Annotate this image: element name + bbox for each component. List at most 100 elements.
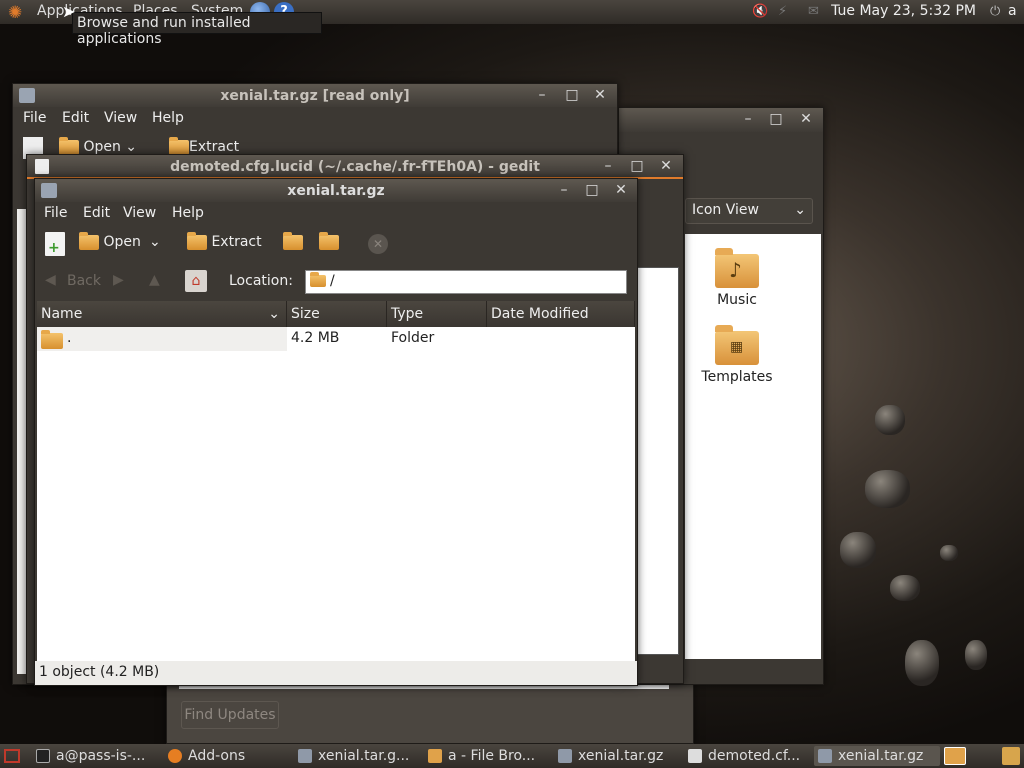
clock[interactable]: Tue May 23, 5:32 PM (831, 3, 976, 19)
open-button[interactable]: Open ⌄ (59, 136, 137, 155)
gedit-titlebar[interactable]: demoted.cfg.lucid (~/.cache/.fr-fTEh0A) … (27, 155, 683, 179)
mail-icon[interactable]: ✉ (808, 4, 819, 19)
forward-arrow-icon[interactable]: ▶ (113, 272, 124, 288)
archive-app-icon (19, 88, 35, 103)
minimize-icon[interactable]: – (599, 157, 617, 175)
back-button[interactable]: Back (67, 273, 101, 289)
archive-titlebar[interactable]: xenial.tar.gz (35, 179, 637, 203)
menu-edit[interactable]: Edit (83, 205, 110, 221)
folder-item-templates[interactable]: ▦ Templates (687, 325, 787, 385)
column-header-type[interactable]: Type (387, 301, 487, 327)
add-files-icon[interactable] (283, 231, 303, 250)
volume-muted-icon[interactable]: 🔇 (752, 4, 768, 19)
network-icon[interactable]: ⚡ (778, 4, 787, 19)
minimize-icon[interactable]: – (555, 181, 573, 199)
wallpaper-rock (965, 640, 987, 670)
archive-icon (558, 749, 572, 763)
bottom-panel: a@pass-is-... Add-ons xenial.tar.g... a … (0, 744, 1024, 768)
back-arrow-icon[interactable]: ◀ (45, 272, 56, 288)
toolbar: + Open ⌄ Extract ✕ (35, 226, 637, 264)
stop-icon[interactable]: ✕ (368, 234, 388, 254)
folder-label: Music (717, 292, 757, 308)
archive-app-icon (41, 183, 57, 198)
window-title: demoted.cfg.lucid (~/.cache/.fr-fTEh0A) … (170, 159, 540, 175)
window-title: xenial.tar.gz [read only] (220, 88, 410, 104)
gedit-icon (688, 749, 702, 763)
menu-view[interactable]: View (104, 110, 137, 126)
close-icon[interactable]: ✕ (797, 110, 815, 128)
up-arrow-icon[interactable]: ▲ (149, 272, 160, 288)
sort-chevron-icon: ⌄ (268, 306, 280, 322)
column-header-name[interactable]: Name ⌄ (37, 301, 287, 327)
workspace-switcher[interactable] (944, 747, 966, 765)
home-icon[interactable]: ⌂ (185, 270, 207, 292)
status-text: 1 object (4.2 MB) (39, 664, 160, 680)
close-icon[interactable]: ✕ (591, 86, 609, 104)
location-field[interactable]: / (305, 270, 627, 294)
table-row[interactable]: . 4.2 MB Folder (37, 327, 635, 351)
taskbar-item-archive-2[interactable]: xenial.tar.gz (558, 746, 680, 766)
minimize-icon[interactable]: – (533, 86, 551, 104)
firefox-icon (168, 749, 182, 763)
maximize-icon[interactable]: □ (563, 86, 581, 104)
archive-icon (818, 749, 832, 763)
menu-help[interactable]: Help (152, 110, 184, 126)
folder-icon (79, 231, 99, 250)
taskbar-item-archive-1[interactable]: xenial.tar.g... (298, 746, 418, 766)
extract-button[interactable]: Extract (169, 136, 239, 155)
column-header-size[interactable]: Size (287, 301, 387, 327)
folder-icon (41, 330, 63, 349)
chevron-down-icon: ⌄ (794, 202, 806, 218)
ubuntu-logo-icon[interactable]: ✺ (8, 3, 28, 23)
new-archive-icon[interactable]: + (45, 232, 65, 256)
menu-view[interactable]: View (123, 205, 156, 221)
maximize-icon[interactable]: □ (628, 157, 646, 175)
add-folder-icon[interactable] (319, 231, 339, 250)
taskbar-item-terminal[interactable]: a@pass-is-... (36, 746, 158, 766)
row-type: Folder (391, 330, 435, 346)
gedit-text-area[interactable] (635, 267, 679, 655)
terminal-icon (36, 749, 50, 763)
close-icon[interactable]: ✕ (657, 157, 675, 175)
find-updates-button[interactable]: Find Updates (181, 701, 279, 729)
taskbar-item-archive-3[interactable]: xenial.tar.gz (814, 746, 940, 766)
archive-window: xenial.tar.gz – □ ✕ File Edit View Help … (34, 178, 638, 686)
extract-button[interactable]: Extract (187, 231, 262, 250)
mouse-cursor-icon: ➤ (62, 2, 76, 21)
extract-icon (187, 231, 207, 250)
menu-edit[interactable]: Edit (62, 110, 89, 126)
menu-file[interactable]: File (44, 205, 67, 221)
file-browser-titlebar (619, 108, 823, 132)
location-bar: ◀ Back ▶ ▲ ⌂ Location: / (35, 264, 637, 300)
folder-item-music[interactable]: ♪ Music (697, 248, 777, 308)
folder-music-icon: ♪ (715, 248, 759, 288)
wallpaper-rock (840, 532, 876, 568)
file-list: Name ⌄ Size Type Date Modified . 4.2 MB … (37, 301, 635, 661)
close-icon[interactable]: ✕ (612, 181, 630, 199)
folder-icon (59, 136, 79, 155)
maximize-icon[interactable]: □ (767, 110, 785, 128)
menu-file[interactable]: File (23, 110, 46, 126)
taskbar-item-gedit[interactable]: demoted.cf... (688, 746, 806, 766)
open-button[interactable]: Open (79, 231, 141, 250)
column-header-modified[interactable]: Date Modified (487, 301, 635, 327)
menubar: File Edit View Help (13, 107, 617, 131)
taskbar-item-addons[interactable]: Add-ons (168, 746, 290, 766)
user-name[interactable]: a (1008, 3, 1017, 19)
window-title: xenial.tar.gz (287, 183, 385, 199)
taskbar-item-file-browser[interactable]: a - File Bro... (428, 746, 550, 766)
view-mode-label: Icon View (692, 202, 759, 218)
location-value: / (330, 273, 335, 289)
power-icon[interactable]: ⏻ (990, 4, 1000, 19)
minimize-icon[interactable]: – (739, 110, 757, 128)
archive-readonly-titlebar[interactable]: xenial.tar.gz [read only] (13, 84, 617, 108)
menu-help[interactable]: Help (172, 205, 204, 221)
open-dropdown-chevron-icon[interactable]: ⌄ (149, 234, 161, 250)
wallpaper-rock (865, 470, 910, 508)
trash-icon[interactable] (1002, 747, 1020, 765)
view-mode-select[interactable]: Icon View ⌄ (685, 198, 813, 224)
show-desktop-icon[interactable] (4, 749, 20, 763)
maximize-icon[interactable]: □ (583, 181, 601, 199)
status-bar: 1 object (4.2 MB) (35, 661, 637, 685)
menubar: File Edit View Help (35, 202, 637, 226)
